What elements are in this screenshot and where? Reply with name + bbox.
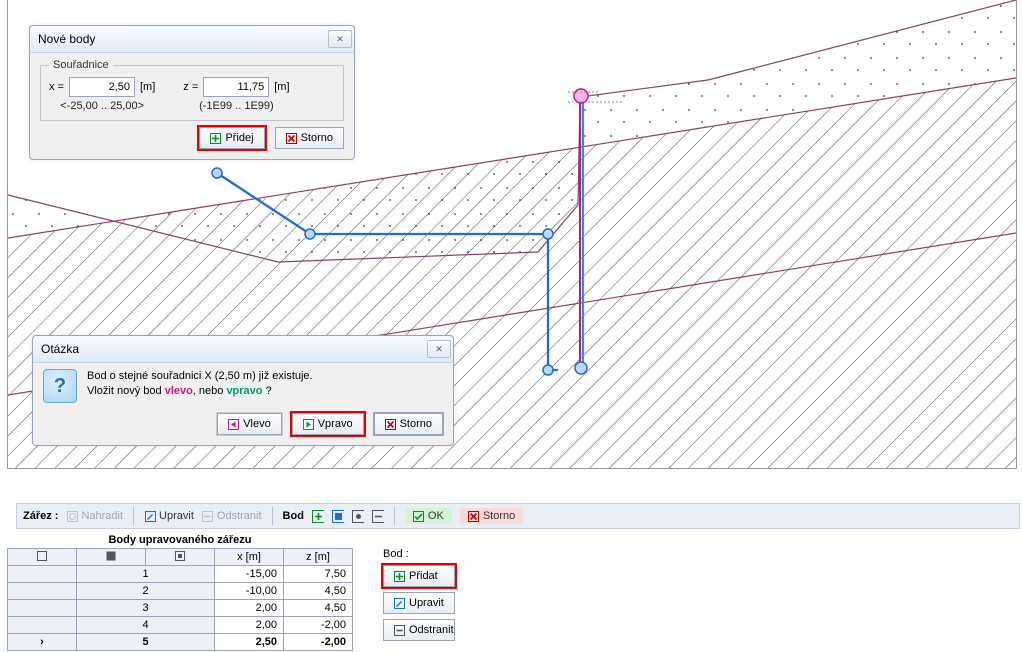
left-button[interactable]: Vlevo: [217, 413, 282, 435]
z-range: (-1E99 .. 1E99): [183, 100, 289, 112]
x-icon: [286, 133, 297, 144]
table-title: Body upravovaného zářezu: [7, 532, 353, 548]
z-unit: [m]: [274, 81, 289, 93]
edit-button[interactable]: Upravit: [144, 510, 194, 522]
point-minus-icon[interactable]: [372, 510, 384, 522]
add-button[interactable]: Přidej: [199, 127, 264, 149]
table-row[interactable]: ›52,50-2,00: [8, 634, 353, 651]
bod-label: Bod: [283, 510, 304, 522]
cut-toolbar: Zářez : Nahradit Upravit Odstranit Bod O…: [16, 503, 1020, 529]
minus-icon: [394, 625, 405, 636]
minus-icon: [202, 510, 214, 522]
triangle-right-icon: [303, 419, 314, 430]
point-mode1-icon[interactable]: [352, 510, 364, 522]
x-label: x =: [49, 81, 64, 93]
col-x[interactable]: x [m]: [215, 549, 284, 566]
point-edit-icon[interactable]: [332, 510, 344, 522]
x-icon: [385, 419, 396, 430]
x-input[interactable]: [69, 77, 135, 97]
storno-button[interactable]: Storno: [460, 508, 523, 524]
close-icon[interactable]: ✕: [427, 340, 451, 358]
ok-button[interactable]: OK: [405, 508, 452, 524]
side-add-button[interactable]: Přidat: [383, 565, 455, 587]
question-message: Bod o stejné souřadnici X (2,50 m) již e…: [87, 369, 313, 400]
triangle-left-icon: [228, 419, 239, 430]
check-icon: [413, 510, 425, 522]
dialog-title: Nové body: [38, 32, 95, 46]
plus-icon: [210, 133, 221, 144]
dialog-title: Otázka: [41, 342, 79, 356]
right-button-label: Vpravo: [318, 418, 353, 430]
z-input[interactable]: [203, 77, 269, 97]
side-label: Bod :: [383, 548, 455, 560]
dialog-titlebar[interactable]: Nové body ✕: [30, 26, 354, 53]
side-edit-button[interactable]: Upravit: [383, 592, 455, 614]
table-row[interactable]: 1-15,007,50: [8, 566, 353, 583]
toolbar-label: Zářez :: [23, 510, 58, 522]
replace-icon: [66, 510, 78, 522]
cancel-button-label: Storno: [301, 132, 333, 144]
x-range: <-25,00 .. 25,00>: [49, 100, 155, 112]
z-label: z =: [183, 81, 198, 93]
cancel-button-label: Storno: [400, 418, 432, 430]
question-line1: Bod o stejné souřadnici X (2,50 m) již e…: [87, 369, 313, 384]
table-icon[interactable]: [37, 551, 47, 561]
plus-icon: [394, 571, 405, 582]
dialog-titlebar[interactable]: Otázka ✕: [33, 336, 453, 363]
add-button-label: Přidej: [225, 132, 253, 144]
right-button[interactable]: Vpravo: [292, 413, 364, 435]
cancel-button[interactable]: Storno: [374, 413, 443, 435]
edit-icon: [394, 598, 405, 609]
col-z[interactable]: z [m]: [284, 549, 353, 566]
replace-button[interactable]: Nahradit: [66, 510, 123, 522]
table-row[interactable]: 2-10,004,50: [8, 583, 353, 600]
x-icon: [468, 510, 480, 522]
points-table-section: Body upravovaného zářezu x [m] z [m] 1-1…: [7, 532, 353, 651]
close-icon[interactable]: ✕: [328, 30, 352, 48]
left-button-label: Vlevo: [243, 418, 271, 430]
point-plus-icon[interactable]: [312, 510, 324, 522]
edit-icon: [144, 510, 156, 522]
table-icon[interactable]: [175, 551, 185, 561]
new-points-dialog: Nové body ✕ Souřadnice x = [m] <-25,00 .…: [29, 25, 355, 160]
cancel-button[interactable]: Storno: [275, 127, 344, 149]
x-unit: [m]: [140, 81, 155, 93]
side-delete-button[interactable]: Odstranit: [383, 619, 455, 641]
question-dialog: Otázka ✕ ? Bod o stejné souřadnici X (2,…: [32, 335, 454, 446]
point-side-panel: Bod : Přidat Upravit Odstranit: [383, 532, 455, 651]
question-icon: ?: [43, 369, 77, 403]
question-line2: Vložit nový bod vlevo, nebo vpravo ?: [87, 384, 313, 399]
table-row[interactable]: 42,00-2,00: [8, 617, 353, 634]
coords-group-label: Souřadnice: [49, 59, 113, 71]
table-row[interactable]: 32,004,50: [8, 600, 353, 617]
delete-button[interactable]: Odstranit: [202, 510, 262, 522]
table-icon[interactable]: [106, 551, 116, 561]
points-table[interactable]: x [m] z [m] 1-15,007,502-10,004,5032,004…: [7, 548, 353, 651]
